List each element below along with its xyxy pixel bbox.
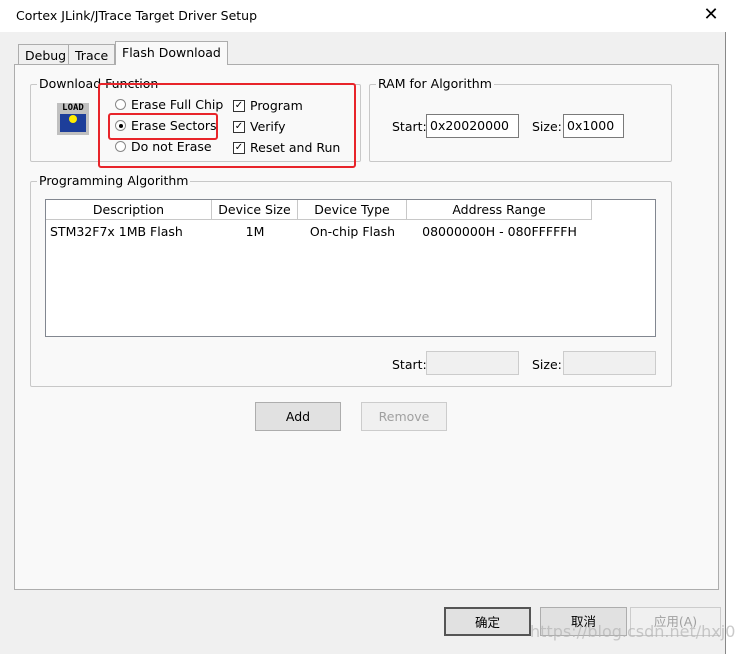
cell-device-size: 1M	[245, 224, 265, 239]
tab-debug[interactable]: Debug	[18, 44, 74, 65]
ok-button[interactable]: 确定	[444, 607, 531, 636]
ram-size-input[interactable]: 0x1000	[563, 114, 624, 138]
group-label: Programming Algorithm	[37, 173, 191, 188]
dialog-window: Cortex JLink/JTrace Target Driver Setup …	[0, 0, 735, 654]
column-header-description[interactable]: Description	[46, 200, 212, 220]
annotation-highlight-erase-sectors	[108, 113, 218, 140]
column-header-device-size[interactable]: Device Size	[212, 200, 298, 220]
tab-trace[interactable]: Trace	[68, 44, 116, 65]
algo-size-input[interactable]	[563, 351, 656, 375]
algorithm-table[interactable]: Description Device Size Device Type Addr…	[45, 199, 656, 337]
group-label: RAM for Algorithm	[376, 76, 494, 91]
watermark: https://blog.csdn.net/hxj0323	[530, 622, 735, 641]
close-icon[interactable]: ✕	[698, 4, 724, 28]
column-header-address-range[interactable]: Address Range	[407, 200, 592, 220]
column-header-device-type[interactable]: Device Type	[298, 200, 407, 220]
cell-device-type: On-chip Flash	[309, 224, 396, 239]
window-title: Cortex JLink/JTrace Target Driver Setup	[16, 8, 258, 23]
remove-button[interactable]: Remove	[361, 402, 447, 431]
load-icon-text: LOAD	[62, 103, 84, 113]
algo-start-input[interactable]	[426, 351, 519, 375]
title-bar: Cortex JLink/JTrace Target Driver Setup …	[0, 0, 726, 32]
ram-start-input[interactable]: 0x20020000	[426, 114, 519, 138]
tab-flash-download[interactable]: Flash Download	[115, 41, 228, 65]
cell-description: STM32F7x 1MB Flash	[50, 224, 183, 239]
add-button[interactable]: Add	[255, 402, 341, 431]
table-row[interactable]: STM32F7x 1MB Flash 1M On-chip Flash 0800…	[46, 222, 655, 242]
cell-address-range: 08000000H - 080FFFFFH	[422, 224, 577, 239]
algo-size-label: Size:	[532, 357, 562, 372]
ram-start-label: Start:	[392, 119, 427, 134]
load-icon: LOAD	[57, 103, 89, 135]
algo-start-label: Start:	[392, 357, 427, 372]
ram-size-label: Size:	[532, 119, 562, 134]
